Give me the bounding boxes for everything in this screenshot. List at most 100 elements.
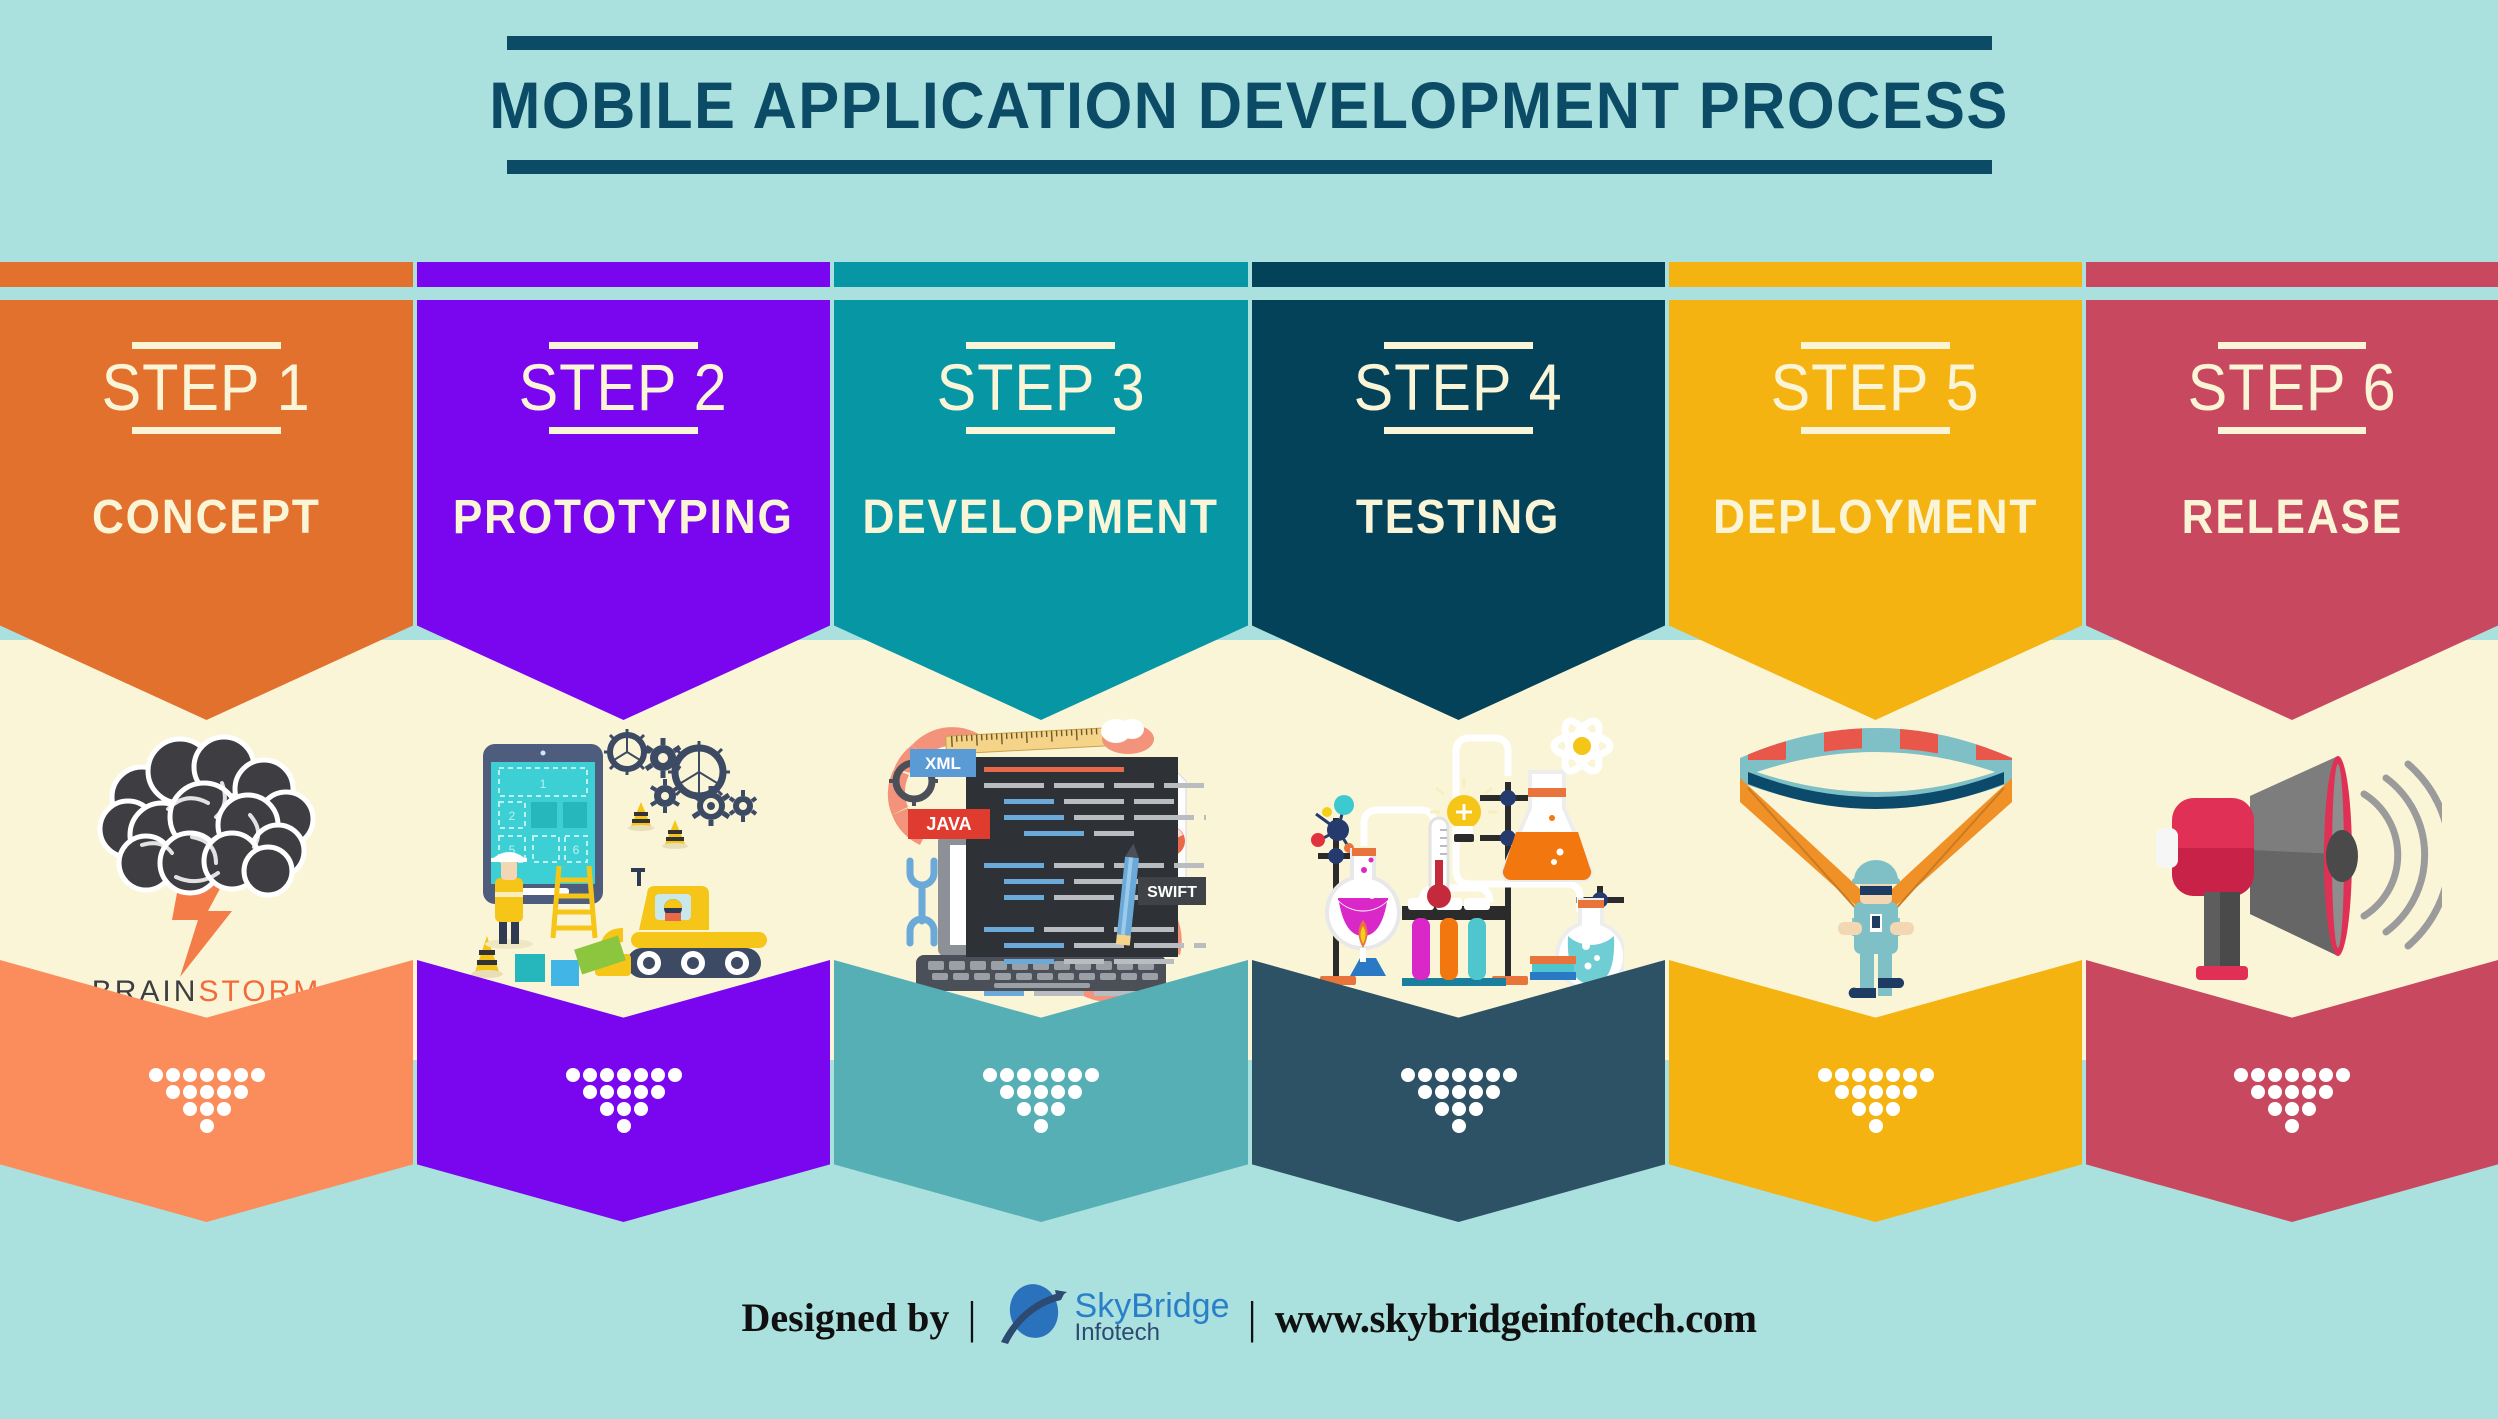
dot	[2268, 1085, 2282, 1099]
dot-row	[1400, 1068, 1517, 1082]
step-number-block-3: STEP 3	[925, 342, 1157, 434]
step-number-4: STEP 4	[1353, 350, 1563, 424]
step-number-rule-top-5	[1800, 342, 1950, 349]
dot-row	[1434, 1102, 1483, 1116]
designed-by-label: Designed by	[741, 1295, 950, 1340]
step-number-rule-top-1	[131, 342, 281, 349]
dot	[216, 1102, 231, 1116]
step-header-5[interactable]: STEP 5 DEPLOYMENT	[1669, 300, 2082, 720]
step-dot-marker-1	[0, 1068, 413, 1133]
step-dot-marker-2	[417, 1068, 830, 1133]
dot	[1451, 1119, 1466, 1133]
dot	[1017, 1102, 1031, 1116]
dot	[616, 1068, 631, 1082]
dot	[2285, 1085, 2299, 1099]
footer: Designed by | SkyBridge Infotech | www.s…	[0, 1278, 2498, 1357]
dot	[1051, 1085, 1065, 1099]
step-name-6: RELEASE	[2181, 490, 2403, 544]
dot	[1451, 1102, 1466, 1116]
step-name-1: CONCEPT	[92, 490, 321, 544]
lab-flasks-illustration	[1310, 717, 1624, 992]
dot	[1851, 1068, 1866, 1082]
dot	[599, 1102, 614, 1116]
dot	[2234, 1068, 2248, 1082]
step-topbar-6	[2086, 262, 2498, 287]
step-header-3[interactable]: STEP 3 DEVELOPMENT	[834, 300, 1248, 720]
dot	[1851, 1102, 1866, 1116]
step-column-6[interactable]: STEP 6 RELEASE	[2086, 262, 2498, 1222]
step-number-rule-bottom-4	[1383, 426, 1533, 434]
dot	[182, 1102, 197, 1116]
megaphone-illustration	[2156, 755, 2442, 980]
dot	[633, 1102, 648, 1116]
step-number-3: STEP 3	[936, 350, 1146, 424]
dot	[1034, 1085, 1048, 1099]
dot	[1051, 1102, 1065, 1116]
step-number-block-5: STEP 5	[1759, 342, 1991, 434]
step-column-2[interactable]: STEP 2 PROTOTYPING 1 2 5 6	[417, 262, 830, 1222]
step-number-rule-top-6	[2217, 342, 2366, 349]
step-column-3[interactable]: STEP 3 DEVELOPMENT XML JAVA SWIFT	[834, 262, 1248, 1222]
svg-text:6: 6	[572, 843, 579, 857]
dot-row	[983, 1068, 1099, 1082]
dot	[2285, 1119, 2299, 1133]
footer-separator-1: |	[967, 1292, 977, 1343]
dot-row	[2251, 1085, 2333, 1099]
step-number-rule-top-4	[1383, 342, 1533, 349]
step-number-rule-bottom-6	[2217, 426, 2366, 434]
dot	[2302, 1085, 2316, 1099]
step-header-6[interactable]: STEP 6 RELEASE	[2086, 300, 2498, 720]
step-number-rule-bottom-1	[131, 426, 281, 434]
step-illustration-6	[2086, 682, 2498, 1027]
dot	[983, 1068, 997, 1082]
step-number-rule-top-2	[548, 342, 698, 349]
laptop-code-illustration: XML JAVA SWIFT	[887, 718, 1206, 1002]
dot	[1868, 1119, 1883, 1133]
step-topbar-4	[1252, 262, 1665, 287]
dot	[1468, 1085, 1483, 1099]
construction-tablet-illustration: 1 2 5 6	[470, 728, 767, 986]
step-number-block-2: STEP 2	[507, 342, 739, 434]
steps-container: STEP 1 CONCEPT BRAINSTORM STEP 2 PROTOTY…	[0, 262, 2498, 1222]
step-number-block-6: STEP 6	[2176, 342, 2408, 434]
logo-globe-icon	[995, 1278, 1069, 1357]
step-column-1[interactable]: STEP 1 CONCEPT BRAINSTORM	[0, 262, 413, 1222]
dot	[1502, 1068, 1517, 1082]
step-column-5[interactable]: STEP 5 DEPLOYMENT	[1669, 262, 2082, 1222]
step-column-4[interactable]: STEP 4 TESTING	[1252, 262, 1665, 1222]
dot	[582, 1068, 597, 1082]
dot	[1434, 1102, 1449, 1116]
page-title: MOBILE APPLICATION DEVELOPMENT PROCESS	[489, 68, 2009, 142]
website-url[interactable]: www.skybridgeinfotech.com	[1275, 1294, 1757, 1342]
step-illustration-1: BRAINSTORM	[0, 682, 413, 1027]
dot	[2319, 1068, 2333, 1082]
dot	[182, 1085, 197, 1099]
dot	[2251, 1068, 2265, 1082]
dot-row	[199, 1119, 214, 1133]
dot	[2285, 1068, 2299, 1082]
step-number-block-4: STEP 4	[1342, 342, 1574, 434]
dot	[1434, 1085, 1449, 1099]
dot	[1885, 1085, 1900, 1099]
dot	[1851, 1085, 1866, 1099]
dot	[1868, 1085, 1883, 1099]
step-header-2[interactable]: STEP 2 PROTOTYPING	[417, 300, 830, 720]
dot-row	[1417, 1085, 1500, 1099]
dot	[1834, 1085, 1849, 1099]
dot-row	[1834, 1085, 1917, 1099]
dot	[1051, 1068, 1065, 1082]
dot	[199, 1085, 214, 1099]
dot	[182, 1068, 197, 1082]
dot	[1902, 1085, 1917, 1099]
skybridge-logo[interactable]: SkyBridge Infotech	[995, 1278, 1230, 1357]
step-header-1[interactable]: STEP 1 CONCEPT	[0, 300, 413, 720]
dot	[1868, 1068, 1883, 1082]
dot	[165, 1085, 180, 1099]
step-number-rule-bottom-3	[966, 426, 1116, 434]
dot	[1885, 1068, 1900, 1082]
dot	[1834, 1068, 1849, 1082]
dot	[1868, 1102, 1883, 1116]
dot-row	[582, 1085, 665, 1099]
dot-row	[182, 1102, 231, 1116]
step-header-4[interactable]: STEP 4 TESTING	[1252, 300, 1665, 720]
